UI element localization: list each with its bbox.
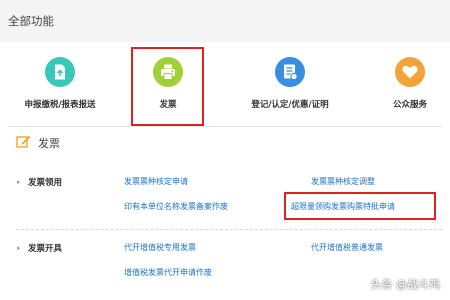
pencil-icon: [16, 136, 31, 148]
link-invoice-type-application[interactable]: 发票票种核定申请: [124, 176, 188, 187]
heart-icon: [395, 57, 425, 87]
function-label: 登记/认定/优惠/证明: [251, 100, 329, 110]
page-title: 全部功能: [8, 14, 54, 28]
function-label: 公众服务: [392, 100, 427, 110]
section-divider: [8, 126, 442, 127]
chevron-right-icon: ▸: [17, 244, 21, 252]
function-row: 申报缴税/报表报送 发票 登记/认定/优惠/证明 公众服务: [0, 42, 450, 122]
category-label: 发票领用: [28, 178, 63, 188]
link-vat-issue-application-void[interactable]: 增值税发票代开申请作废: [124, 267, 212, 278]
chevron-right-icon: ▸: [17, 178, 21, 186]
function-label: 申报缴税/报表报送: [24, 100, 96, 110]
registration-card-icon: [275, 57, 305, 87]
link-company-invoice-record-void[interactable]: 印有本单位名称发票备案作废: [124, 201, 228, 212]
watermark: 头条 @战斗鸡: [370, 278, 441, 291]
category-label: 发票开具: [28, 244, 63, 254]
link-vat-general-invoice-issue[interactable]: 代开增值税普通发票: [311, 242, 383, 253]
highlighted-link-box: [284, 192, 436, 220]
link-vat-special-invoice-issue[interactable]: 代开增值税专用发票: [124, 242, 196, 253]
document-upload-icon: [45, 57, 75, 87]
category-divider: [16, 229, 442, 230]
selected-function-highlight: [131, 47, 204, 126]
header-bar: 全部功能: [0, 0, 450, 42]
section-title: 发票: [38, 137, 60, 150]
function-tax-filing[interactable]: 申报缴税/报表报送: [0, 42, 120, 122]
link-invoice-type-adjustment[interactable]: 发票票种核定调整: [311, 176, 375, 187]
function-public-service[interactable]: 公众服务: [350, 42, 450, 122]
function-registration[interactable]: 登记/认定/优惠/证明: [230, 42, 350, 122]
